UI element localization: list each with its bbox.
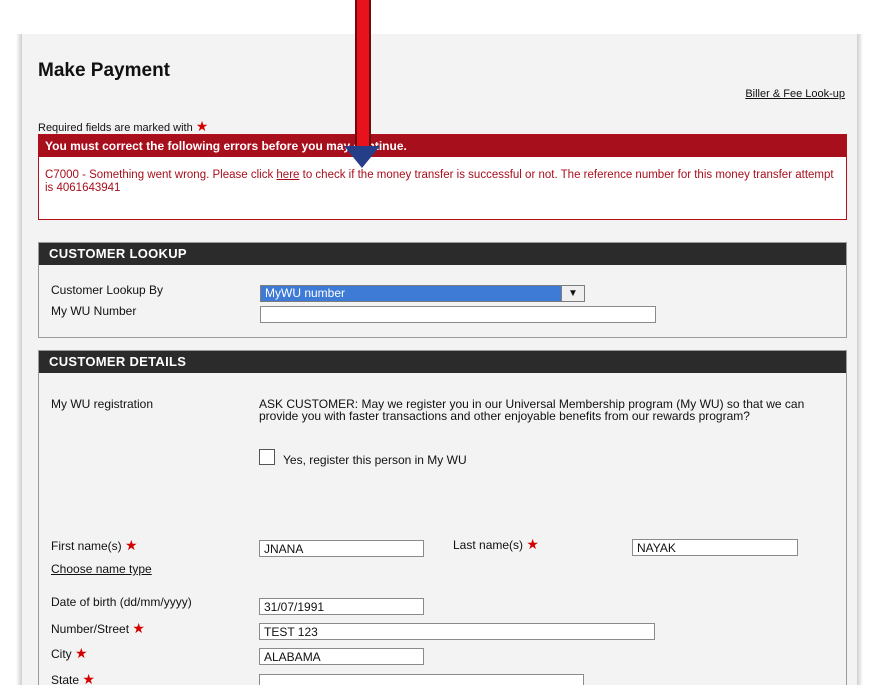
chevron-down-icon[interactable]: ▼ xyxy=(561,286,584,301)
error-heading: You must correct the following errors be… xyxy=(39,135,846,157)
first-name-label-text: First name(s) xyxy=(51,539,122,553)
state-label: State ★ xyxy=(51,671,95,685)
error-message-start: C7000 - Something went wrong. Please cli… xyxy=(45,169,277,181)
street-label-text: Number/Street xyxy=(51,622,130,636)
registration-label: My WU registration xyxy=(51,397,154,411)
first-name-label: First name(s) ★ xyxy=(51,537,138,554)
panel-shadow-right xyxy=(857,34,863,685)
customer-details-header: CUSTOMER DETAILS xyxy=(39,351,846,373)
register-checkbox[interactable] xyxy=(259,449,275,465)
page-title: Make Payment xyxy=(38,60,171,81)
city-label: City ★ xyxy=(51,645,88,662)
required-star-icon: ★ xyxy=(125,537,138,553)
choose-name-type-link[interactable]: Choose name type xyxy=(51,562,152,576)
state-select[interactable] xyxy=(259,674,584,685)
required-note-text: Required fields are marked with xyxy=(38,122,193,134)
last-name-label-text: Last name(s) xyxy=(453,538,524,552)
city-label-text: City xyxy=(51,647,72,661)
customer-details-section: CUSTOMER DETAILS My WU registration ASK … xyxy=(38,350,847,685)
first-name-input[interactable]: JNANA xyxy=(259,540,424,557)
last-name-input[interactable]: NAYAK xyxy=(632,539,798,556)
wu-number-label: My WU Number xyxy=(51,304,137,318)
customer-lookup-section: CUSTOMER LOOKUP Customer Lookup By MyWU … xyxy=(38,242,847,338)
check-status-link[interactable]: here xyxy=(276,169,299,181)
required-star-icon: ★ xyxy=(82,671,95,685)
wu-number-input[interactable] xyxy=(260,306,656,323)
register-checkbox-label: Yes, register this person in My WU xyxy=(283,453,467,467)
last-name-label: Last name(s) ★ xyxy=(453,536,539,553)
make-payment-panel: Make Payment Biller & Fee Look-up Requir… xyxy=(22,34,857,685)
annotation-arrow-shaft xyxy=(355,0,371,150)
required-star-icon: ★ xyxy=(195,118,209,134)
required-fields-note: Required fields are marked with ★ xyxy=(38,118,208,135)
required-star-icon: ★ xyxy=(75,645,88,661)
lookup-by-select[interactable]: MyWU number ▼ xyxy=(260,285,585,302)
ask-customer-text: ASK CUSTOMER: May we register you in our… xyxy=(259,397,805,423)
biller-fee-lookup-link[interactable]: Biller & Fee Look-up xyxy=(745,88,845,100)
dob-input[interactable]: 31/07/1991 xyxy=(259,598,424,615)
required-star-icon: ★ xyxy=(526,536,539,552)
annotation-arrow-head-icon xyxy=(344,146,380,168)
error-message: C7000 - Something went wrong. Please cli… xyxy=(39,157,846,195)
street-label: Number/Street ★ xyxy=(51,620,145,637)
lookup-by-value: MyWU number xyxy=(265,286,346,300)
error-box: You must correct the following errors be… xyxy=(38,134,847,220)
dob-label: Date of birth (dd/mm/yyyy) xyxy=(51,595,192,609)
city-input[interactable]: ALABAMA xyxy=(259,648,424,665)
customer-lookup-header: CUSTOMER LOOKUP xyxy=(39,243,846,265)
street-input[interactable]: TEST 123 xyxy=(259,623,655,640)
state-label-text: State xyxy=(51,673,80,685)
required-star-icon: ★ xyxy=(132,620,145,636)
lookup-by-label: Customer Lookup By xyxy=(51,283,164,297)
